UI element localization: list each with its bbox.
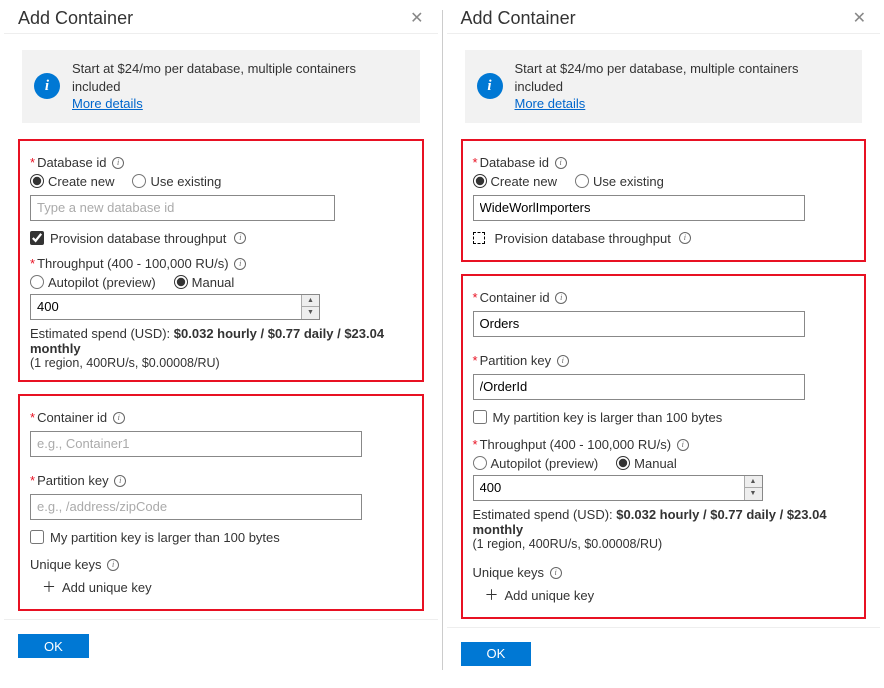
help-icon[interactable]: i [113,412,125,424]
dialog-footer: OK [447,627,881,688]
more-details-link[interactable]: More details [72,96,143,111]
ok-button[interactable]: OK [461,642,532,666]
unique-keys-label: Unique keys i [473,565,855,580]
throughput-input[interactable]: ▲ ▼ [473,475,763,501]
container-id-input[interactable] [30,431,362,457]
container-id-label: *Container id i [30,410,412,425]
partition-key-large-checkbox[interactable]: My partition key is larger than 100 byte… [473,410,855,425]
help-icon[interactable]: i [550,567,562,579]
info-icon: i [34,73,60,99]
info-text: Start at $24/mo per database, multiple c… [515,60,851,113]
provision-throughput-checkbox[interactable]: Provision database throughput i [30,231,412,246]
ok-button[interactable]: OK [18,634,89,658]
estimated-spend: Estimated spend (USD): $0.032 hourly / $… [473,507,855,537]
estimated-spend-sub: (1 region, 400RU/s, $0.00008/RU) [473,537,855,551]
throughput-label: *Throughput (400 - 100,000 RU/s) i [30,256,412,271]
dialog-title: Add Container [18,8,133,29]
dialog-title: Add Container [461,8,576,29]
partition-key-label: *Partition key i [473,353,855,368]
estimated-spend: Estimated spend (USD): $0.032 hourly / $… [30,326,412,356]
dialog-footer: OK [4,619,438,680]
dialog-header: Add Container ✕ [4,0,438,34]
add-unique-key-button[interactable]: ＋ Add unique key [485,588,855,603]
info-bar: i Start at $24/mo per database, multiple… [465,50,863,123]
database-mode-radio-group: Create new Use existing [30,174,412,189]
spinner-buttons[interactable]: ▲ ▼ [301,295,319,319]
unique-keys-label: Unique keys i [30,557,412,572]
info-text: Start at $24/mo per database, multiple c… [72,60,408,113]
spinner-down-icon[interactable]: ▼ [302,307,319,319]
container-id-label: *Container id i [473,290,855,305]
estimated-spend-sub: (1 region, 400RU/s, $0.00008/RU) [30,356,412,370]
radio-autopilot[interactable]: Autopilot (preview) [473,456,599,471]
info-icon: i [477,73,503,99]
database-id-label: *Database id i [473,155,855,170]
container-id-input[interactable] [473,311,805,337]
highlight-database-section: *Database id i Create new Use existing P… [461,139,867,262]
throughput-label: *Throughput (400 - 100,000 RU/s) i [473,437,855,452]
throughput-mode-radio-group: Autopilot (preview) Manual [30,275,412,290]
help-icon[interactable]: i [555,292,567,304]
checkbox-unchecked-dashed-icon[interactable] [473,232,485,244]
help-icon[interactable]: i [679,232,691,244]
close-icon[interactable]: ✕ [410,11,423,27]
database-id-input[interactable] [30,195,335,221]
radio-manual[interactable]: Manual [174,275,235,290]
plus-icon: ＋ [42,580,56,594]
help-icon[interactable]: i [677,439,689,451]
database-id-label: *Database id i [30,155,412,170]
spinner-down-icon[interactable]: ▼ [745,488,762,500]
add-unique-key-button[interactable]: ＋ Add unique key [42,580,412,595]
spinner-up-icon[interactable]: ▲ [745,476,762,489]
radio-manual[interactable]: Manual [616,456,677,471]
info-bar: i Start at $24/mo per database, multiple… [22,50,420,123]
help-icon[interactable]: i [114,475,126,487]
highlight-database-section: *Database id i Create new Use existing P… [18,139,424,382]
throughput-input[interactable]: ▲ ▼ [30,294,320,320]
help-icon[interactable]: i [112,157,124,169]
database-id-input[interactable] [473,195,805,221]
panel-left: Add Container ✕ i Start at $24/mo per da… [0,0,442,680]
panel-right: Add Container ✕ i Start at $24/mo per da… [443,0,884,680]
throughput-mode-radio-group: Autopilot (preview) Manual [473,456,855,471]
help-icon[interactable]: i [557,355,569,367]
spinner-buttons[interactable]: ▲ ▼ [744,476,762,500]
partition-key-large-checkbox[interactable]: My partition key is larger than 100 byte… [30,530,412,545]
partition-key-input[interactable] [30,494,362,520]
radio-use-existing[interactable]: Use existing [575,174,664,189]
highlight-container-section: *Container id i *Partition key i My part… [18,394,424,611]
dialog-header: Add Container ✕ [447,0,881,34]
provision-throughput-checkbox[interactable]: Provision database throughput i [473,231,855,246]
partition-key-label: *Partition key i [30,473,412,488]
help-icon[interactable]: i [107,559,119,571]
radio-autopilot[interactable]: Autopilot (preview) [30,275,156,290]
radio-create-new[interactable]: Create new [473,174,557,189]
help-icon[interactable]: i [555,157,567,169]
radio-use-existing[interactable]: Use existing [132,174,221,189]
more-details-link[interactable]: More details [515,96,586,111]
radio-create-new[interactable]: Create new [30,174,114,189]
highlight-container-section: *Container id i *Partition key i My part… [461,274,867,619]
spinner-up-icon[interactable]: ▲ [302,295,319,308]
database-mode-radio-group: Create new Use existing [473,174,855,189]
help-icon[interactable]: i [234,232,246,244]
close-icon[interactable]: ✕ [853,11,866,27]
partition-key-input[interactable] [473,374,805,400]
plus-icon: ＋ [485,588,499,602]
help-icon[interactable]: i [234,258,246,270]
